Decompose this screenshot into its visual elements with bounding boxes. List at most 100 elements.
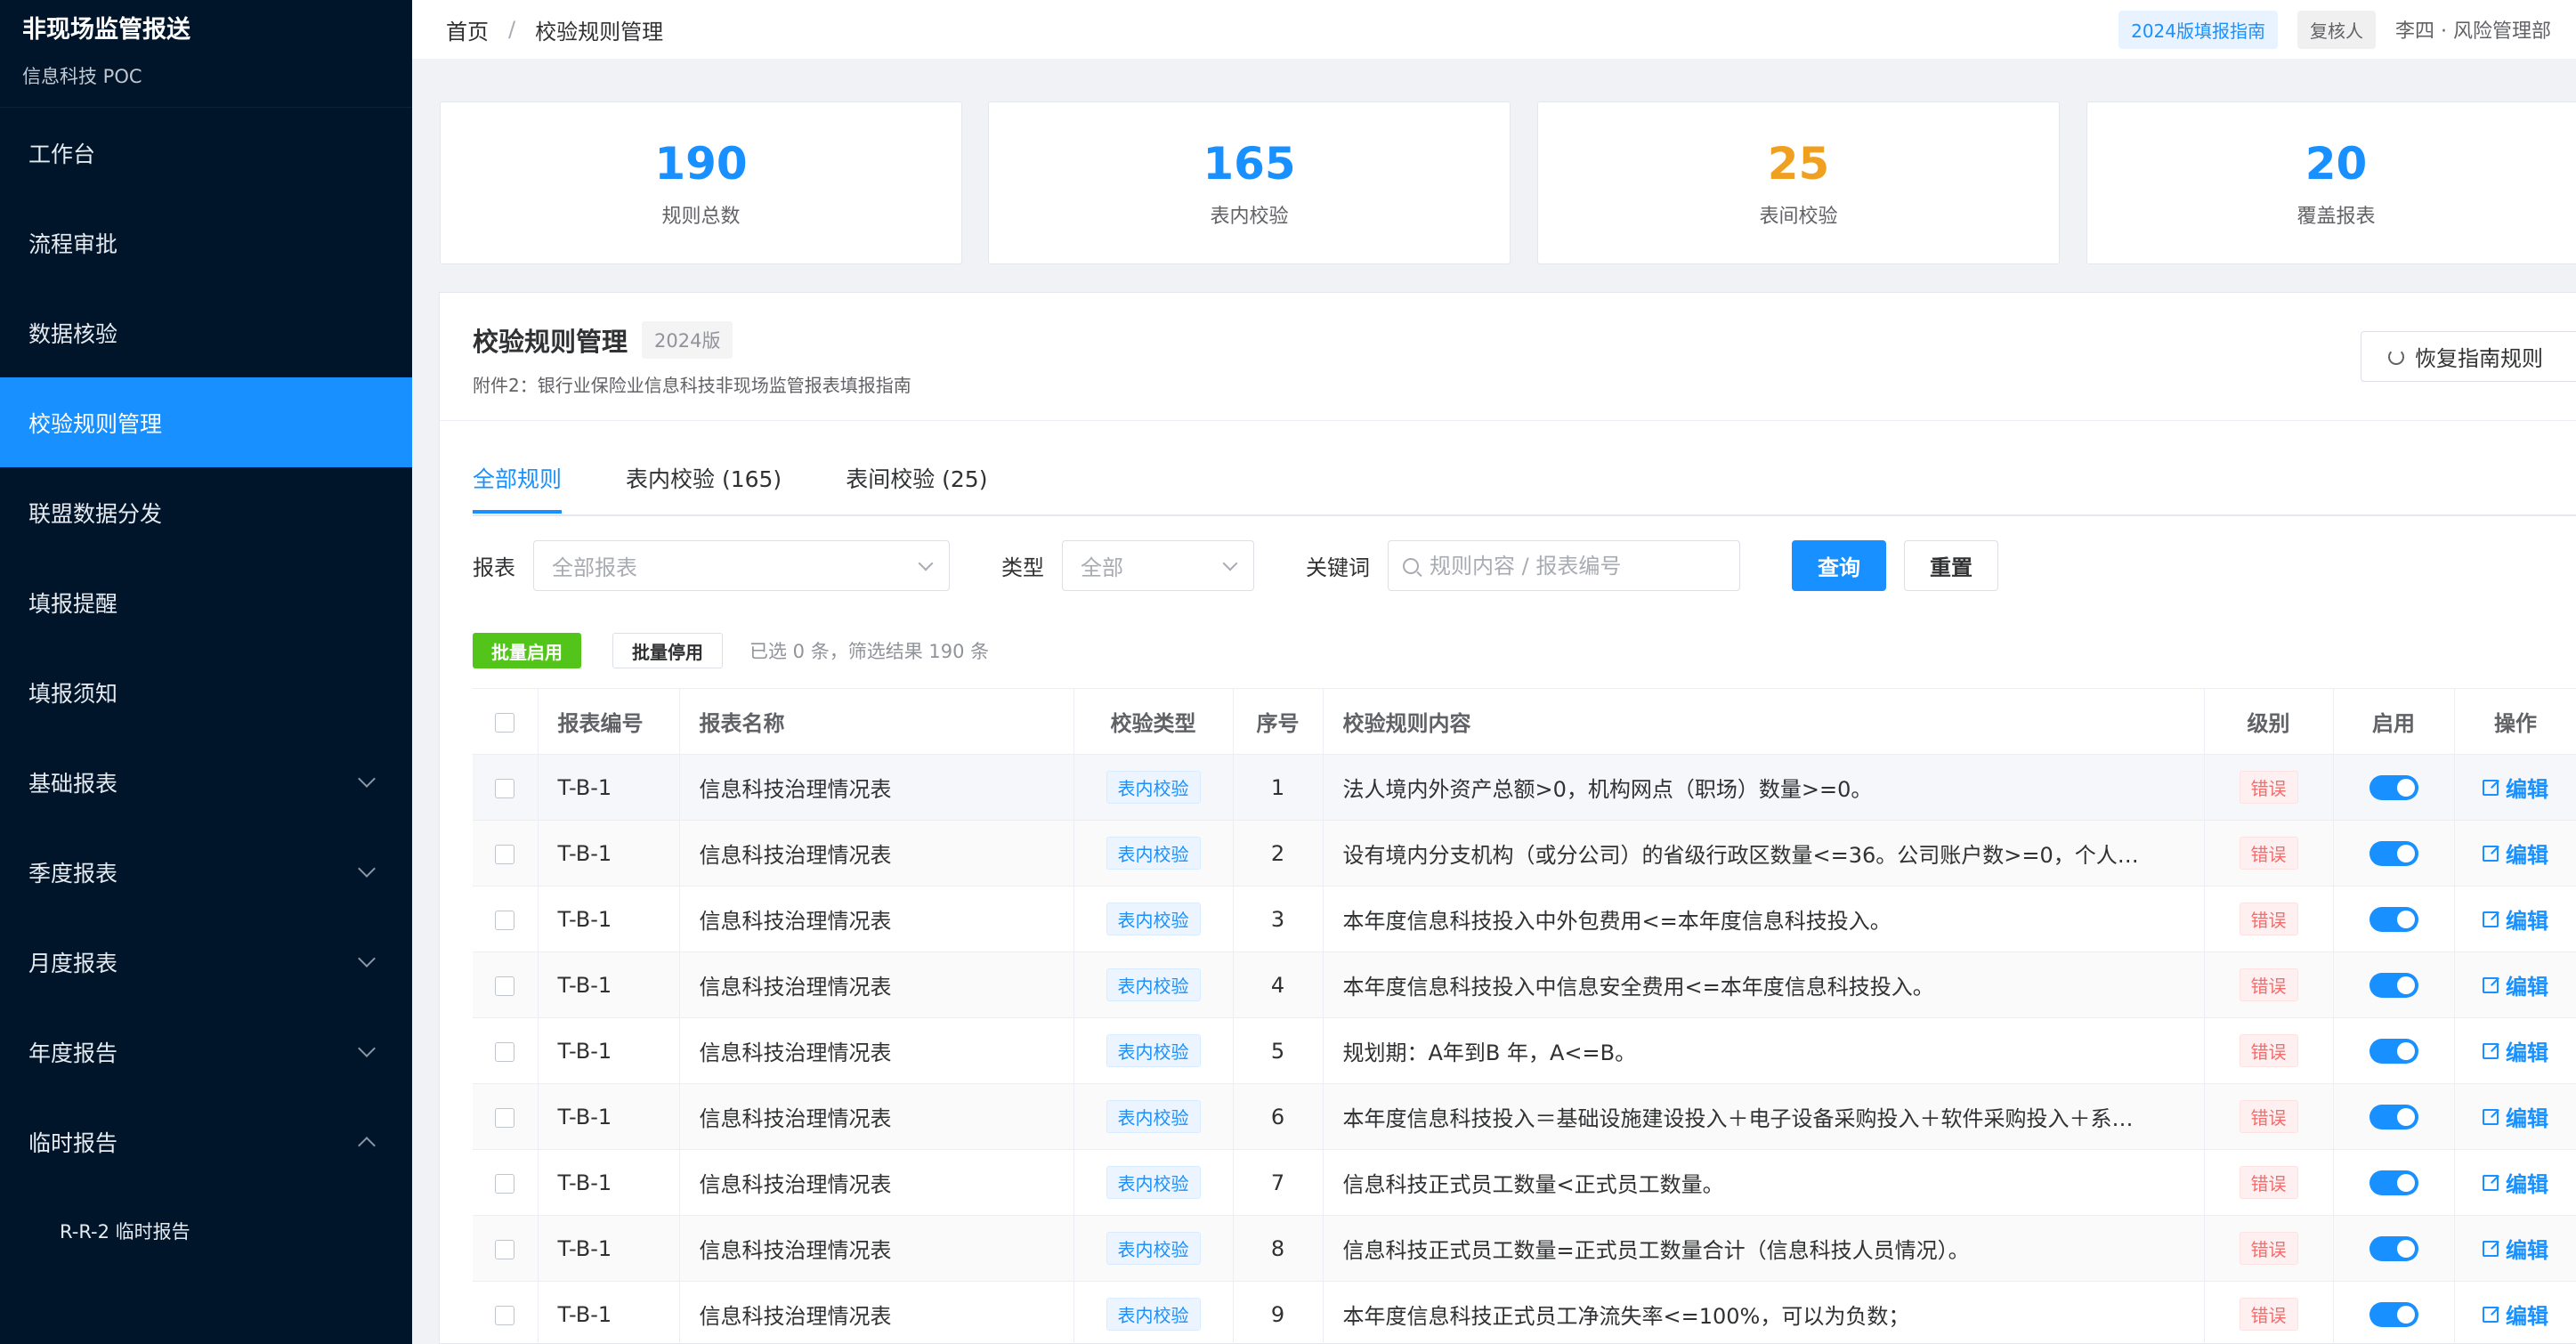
- enable-toggle[interactable]: [2369, 775, 2418, 800]
- type-select[interactable]: 全部: [1062, 540, 1254, 591]
- row-checkbox[interactable]: [495, 910, 515, 930]
- level-cell: 错误: [2204, 1215, 2334, 1282]
- edit-icon: [2483, 1306, 2499, 1323]
- action-cell: 编辑: [2454, 1149, 2576, 1216]
- restore-rules-button[interactable]: 恢复指南规则: [2361, 331, 2576, 382]
- user-info[interactable]: 李四 · 风险管理部: [2395, 15, 2551, 44]
- row-checkbox[interactable]: [495, 1305, 515, 1325]
- query-button[interactable]: 查询: [1792, 540, 1886, 591]
- row-checkbox[interactable]: [495, 778, 515, 798]
- type-filter-label: 类型: [1001, 555, 1044, 580]
- selection-info: 已选 0 条，筛选结果 190 条: [749, 641, 990, 662]
- action-cell: 编辑: [2454, 1215, 2576, 1282]
- sidebar-item-workbench[interactable]: 工作台: [0, 108, 412, 198]
- select-all-checkbox[interactable]: [495, 712, 515, 733]
- sidebar-item-rule-management[interactable]: 校验规则管理: [0, 377, 412, 467]
- sidebar-item-reminder[interactable]: 填报提醒: [0, 557, 412, 647]
- table-row: T-B-1 信息科技治理情况表 表内校验 7 信息科技正式员工数量<正式员工数量。 错误 编…: [473, 1149, 2576, 1216]
- keyword-input[interactable]: [1430, 553, 1723, 579]
- keyword-search-field[interactable]: [1388, 540, 1740, 591]
- version-tag: 2024版: [642, 321, 733, 359]
- sidebar: 非现场监管报送 信息科技 POC 工作台 流程审批 数据核验 校验规则管理 联盟…: [0, 0, 412, 1344]
- level-cell: 错误: [2204, 1149, 2334, 1216]
- row-checkbox[interactable]: [495, 1107, 515, 1128]
- rule-tabs: 全部规则 表内校验 (165) 表间校验 (25): [473, 462, 1051, 514]
- guide-tag[interactable]: 2024版填报指南: [2118, 10, 2279, 49]
- enable-toggle[interactable]: [2369, 1105, 2418, 1129]
- batch-actions: 批量启用 批量停用 已选 0 条，筛选结果 190 条: [473, 633, 989, 668]
- edit-button[interactable]: 编辑: [2483, 772, 2548, 803]
- level-tag: 错误: [2239, 1166, 2298, 1199]
- seq-cell: 1: [1233, 754, 1324, 821]
- check-type-cell: 表内校验: [1073, 1149, 1234, 1216]
- check-type-tag: 表内校验: [1106, 771, 1201, 804]
- check-type-cell: 表内校验: [1073, 951, 1234, 1018]
- enable-toggle[interactable]: [2369, 973, 2418, 998]
- chevron-down-icon: [358, 1039, 376, 1057]
- sidebar-item-quarterly-reports[interactable]: 季度报表: [0, 827, 412, 917]
- column-header: 报表名称: [679, 688, 1074, 755]
- tabs-divider: [473, 514, 2576, 516]
- action-cell: 编辑: [2454, 820, 2576, 887]
- edit-button[interactable]: 编辑: [2483, 903, 2548, 935]
- sidebar-item-annual-reports[interactable]: 年度报告: [0, 1007, 412, 1097]
- report-select[interactable]: 全部报表: [533, 540, 950, 591]
- sidebar-item-basic-reports[interactable]: 基础报表: [0, 737, 412, 827]
- sidebar-item-instructions[interactable]: 填报须知: [0, 647, 412, 737]
- row-checkbox[interactable]: [495, 844, 515, 864]
- sidebar-item-label: 填报须知: [28, 680, 118, 707]
- chevron-down-icon: [358, 769, 376, 788]
- batch-disable-button[interactable]: 批量停用: [612, 633, 723, 668]
- table-row: T-B-1 信息科技治理情况表 表内校验 8 信息科技正式员工数量=正式员工数量合计（信…: [473, 1215, 2576, 1282]
- enable-cell: [2333, 1149, 2455, 1216]
- edit-button[interactable]: 编辑: [2483, 838, 2548, 869]
- rule-content-cell: 本年度信息科技正式员工净流失率<=100%，可以为负数；: [1323, 1281, 2205, 1344]
- enable-toggle[interactable]: [2369, 1236, 2418, 1261]
- edit-button[interactable]: 编辑: [2483, 969, 2548, 1000]
- check-type-tag: 表内校验: [1106, 968, 1201, 1001]
- report-name-cell: 信息科技治理情况表: [679, 1215, 1074, 1282]
- row-select-cell: [473, 820, 539, 887]
- level-cell: 错误: [2204, 886, 2334, 952]
- enable-toggle[interactable]: [2369, 1039, 2418, 1064]
- sidebar-menu: 工作台 流程审批 数据核验 校验规则管理 联盟数据分发 填报提醒 填报须知 基础…: [0, 108, 412, 1275]
- edit-icon: [2483, 1042, 2499, 1059]
- edit-button[interactable]: 编辑: [2483, 1233, 2548, 1264]
- edit-button[interactable]: 编辑: [2483, 1167, 2548, 1198]
- enable-toggle[interactable]: [2369, 907, 2418, 932]
- enable-toggle[interactable]: [2369, 841, 2418, 866]
- batch-enable-button[interactable]: 批量启用: [473, 633, 581, 668]
- row-checkbox[interactable]: [495, 1173, 515, 1194]
- sidebar-item-label: 临时报告: [28, 1129, 118, 1156]
- sidebar-item-temporary-reports[interactable]: 临时报告: [0, 1097, 412, 1186]
- breadcrumb-home[interactable]: 首页: [446, 14, 489, 45]
- tab-intra-table[interactable]: 表内校验 (165): [626, 462, 782, 514]
- edit-button[interactable]: 编辑: [2483, 1101, 2548, 1132]
- sidebar-item-approval[interactable]: 流程审批: [0, 198, 412, 287]
- header-right: 2024版填报指南 复核人 李四 · 风险管理部: [2118, 10, 2551, 49]
- tab-inter-table[interactable]: 表间校验 (25): [846, 462, 987, 514]
- chevron-up-icon: [358, 1136, 376, 1154]
- sidebar-item-monthly-reports[interactable]: 月度报表: [0, 917, 412, 1007]
- row-select-cell: [473, 754, 539, 821]
- type-select-value: 全部: [1081, 555, 1123, 580]
- report-code-cell: T-B-1: [538, 1149, 680, 1216]
- row-checkbox[interactable]: [495, 1239, 515, 1259]
- edit-button[interactable]: 编辑: [2483, 1035, 2548, 1066]
- refresh-icon: [2388, 348, 2404, 365]
- edit-button[interactable]: 编辑: [2483, 1299, 2548, 1330]
- enable-toggle[interactable]: [2369, 1302, 2418, 1327]
- sidebar-item-data-check[interactable]: 数据核验: [0, 287, 412, 377]
- tab-all-rules[interactable]: 全部规则: [473, 462, 563, 514]
- enable-toggle[interactable]: [2369, 1170, 2418, 1195]
- panel-header: 校验规则管理 2024版 附件2：银行业保险业信息科技非现场监管报表填报指南 恢…: [440, 293, 2576, 421]
- seq-cell: 3: [1233, 886, 1324, 952]
- row-checkbox[interactable]: [495, 976, 515, 996]
- reset-button[interactable]: 重置: [1904, 540, 1998, 591]
- sidebar-item-data-distribution[interactable]: 联盟数据分发: [0, 467, 412, 557]
- row-checkbox[interactable]: [495, 1041, 515, 1062]
- sidebar-subitem-rr2[interactable]: R-R-2 临时报告: [0, 1186, 412, 1275]
- keyword-filter-label: 关键词: [1306, 555, 1370, 580]
- sidebar-item-label: 工作台: [28, 141, 96, 167]
- sidebar-item-label: 季度报表: [28, 860, 118, 887]
